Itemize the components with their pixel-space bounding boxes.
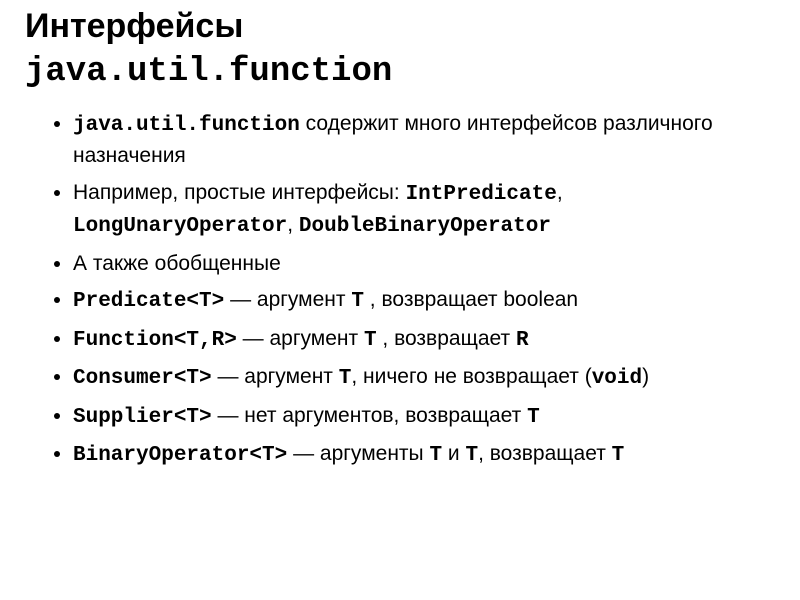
- list-item: BinaryOperator<T> — аргументы T и T, воз…: [73, 439, 775, 471]
- text: — аргументы: [287, 442, 429, 465]
- inline-code: T: [527, 406, 540, 429]
- inline-code: T: [351, 290, 364, 313]
- text: ): [642, 365, 649, 388]
- inline-code: T: [465, 444, 478, 467]
- text: — аргумент: [237, 327, 364, 350]
- text: , ничего не возвращает (: [351, 365, 591, 388]
- text: — нет аргументов, возвращает: [212, 404, 527, 427]
- text: Например, простые интерфейсы:: [73, 181, 406, 204]
- text: А также обобщенные: [73, 252, 281, 275]
- list-item: Supplier<T> — нет аргументов, возвращает…: [73, 401, 775, 433]
- inline-code: BinaryOperator<T>: [73, 444, 287, 467]
- list-item: Function<T,R> — аргумент T , возвращает …: [73, 324, 775, 356]
- list-item: Predicate<T> — аргумент T , возвращает b…: [73, 285, 775, 317]
- text: , возвращает: [478, 442, 612, 465]
- inline-code: T: [612, 444, 625, 467]
- text: и: [442, 442, 465, 465]
- text: , возвращает boolean: [364, 288, 578, 311]
- inline-code: Predicate<T>: [73, 290, 224, 313]
- text: — аргумент: [212, 365, 339, 388]
- inline-code: T: [339, 367, 352, 390]
- inline-code: R: [516, 329, 529, 352]
- inline-code: IntPredicate: [406, 183, 557, 206]
- text: , возвращает: [377, 327, 516, 350]
- inline-code: T: [429, 444, 442, 467]
- bullet-list: java.util.function содержит много интерф…: [25, 109, 775, 471]
- inline-code: DoubleBinaryOperator: [299, 215, 551, 238]
- inline-code: Supplier<T>: [73, 406, 212, 429]
- list-item: Например, простые интерфейсы: IntPredica…: [73, 178, 775, 243]
- slide-title: Интерфейсы java.util.function: [25, 5, 775, 93]
- inline-code: void: [592, 367, 642, 390]
- inline-code: java.util.function: [73, 114, 300, 137]
- text: — аргумент: [224, 288, 351, 311]
- title-text: Интерфейсы: [25, 7, 243, 45]
- text: ,: [557, 181, 563, 204]
- inline-code: Consumer<T>: [73, 367, 212, 390]
- text: ,: [287, 213, 299, 236]
- list-item: А также обобщенные: [73, 249, 775, 279]
- title-code: java.util.function: [25, 53, 392, 91]
- inline-code: LongUnaryOperator: [73, 215, 287, 238]
- list-item: java.util.function содержит много интерф…: [73, 109, 775, 172]
- inline-code: T: [364, 329, 377, 352]
- inline-code: Function<T,R>: [73, 329, 237, 352]
- list-item: Consumer<T> — аргумент T, ничего не возв…: [73, 362, 775, 394]
